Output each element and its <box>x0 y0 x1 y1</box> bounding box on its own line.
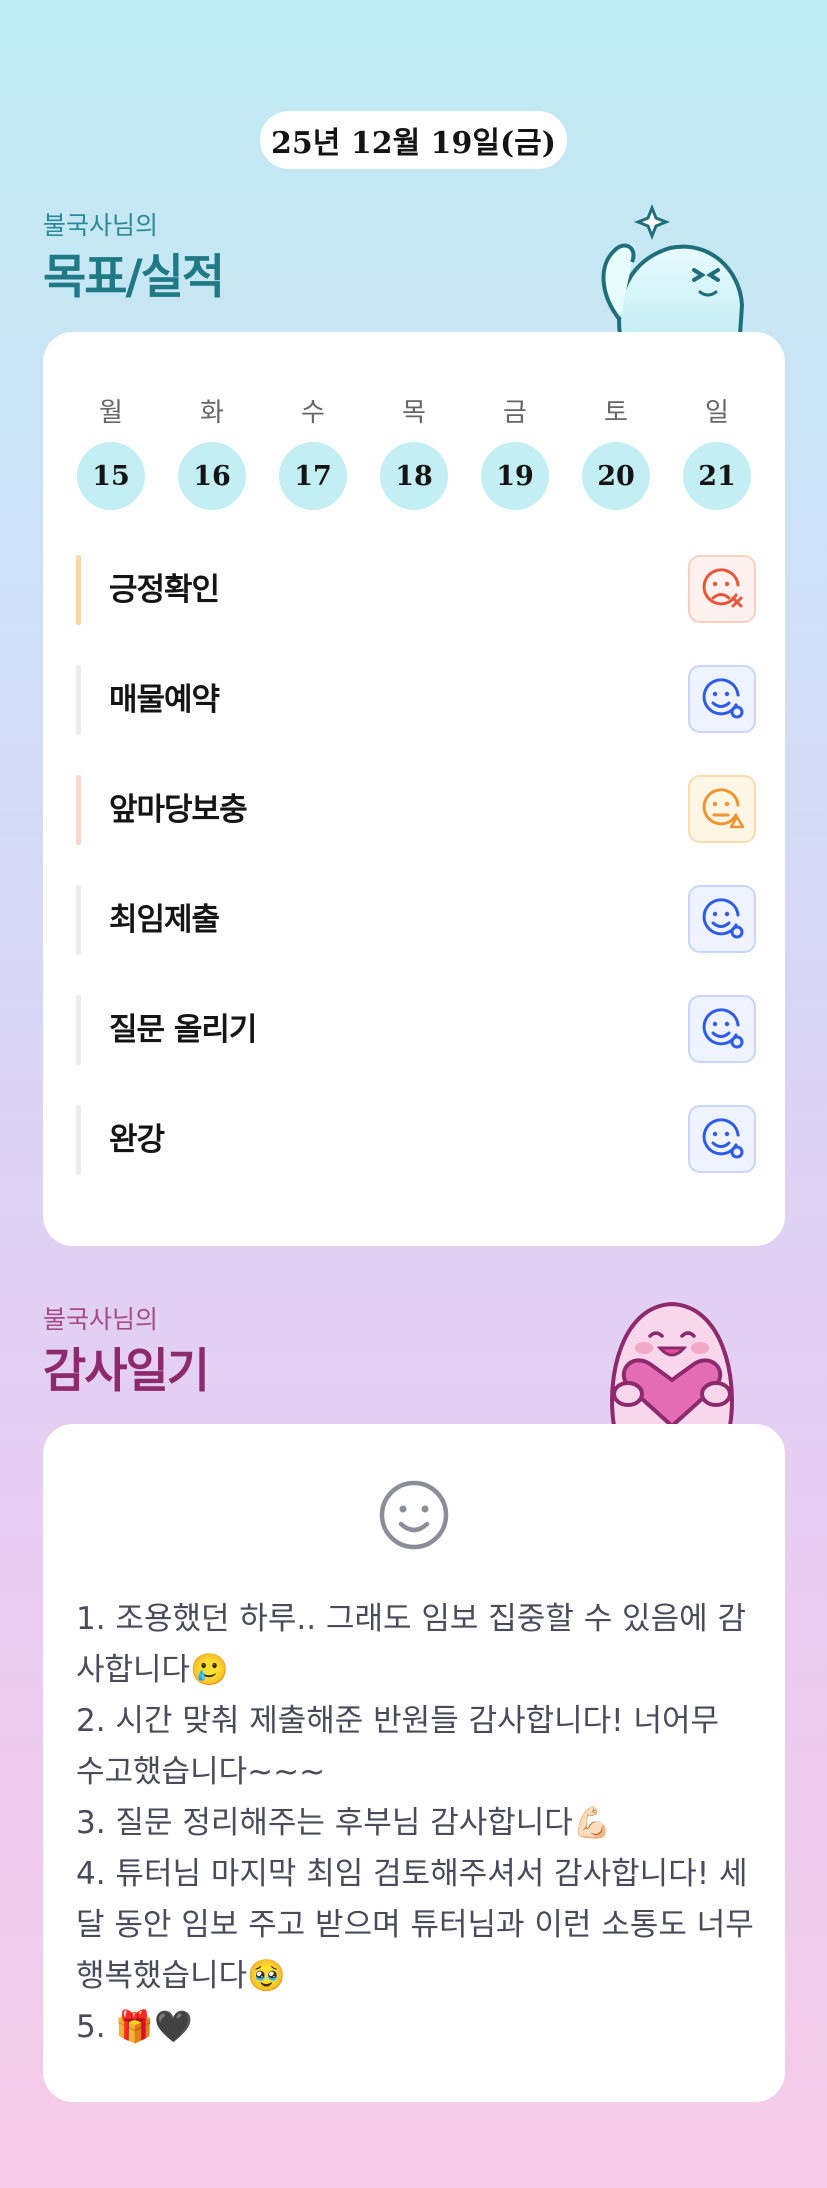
task-row[interactable]: 완강 <box>76 1105 756 1175</box>
task-row[interactable]: 앞마당보충 <box>76 775 756 845</box>
task-accent-bar <box>76 775 81 845</box>
heart-mascot-icon <box>610 1301 734 1426</box>
gratitude-diary-text: 1. 조용했던 하루.. 그래도 임보 집중할 수 있음에 감사합니다🥲 2. … <box>76 1601 754 2045</box>
day-circle-17[interactable]: 17 <box>279 442 347 510</box>
task-accent-bar <box>76 995 81 1065</box>
task-accent-bar <box>76 885 81 955</box>
task-label: 매물예약 <box>109 682 220 718</box>
mood-indicator <box>378 1479 450 1551</box>
gratitude-title: 감사일기 <box>43 1344 210 1399</box>
date-pill: 25년 12월 19일(금) <box>260 111 567 169</box>
task-row[interactable]: 최임제출 <box>76 885 756 955</box>
task-row[interactable]: 긍정확인 <box>76 555 756 625</box>
day-name-wed: 수 <box>301 398 325 428</box>
goals-card: 월 화 수 목 금 토 일 15 16 17 18 19 20 21 긍정확인 … <box>43 332 785 1246</box>
day-circle-21[interactable]: 21 <box>683 442 751 510</box>
sad-x-face-icon <box>702 568 743 608</box>
date-text: 25년 12월 19일(금) <box>271 126 556 161</box>
task-status-button[interactable] <box>688 885 756 953</box>
day-name-mon: 월 <box>99 398 123 428</box>
thumbs-up-mascot-icon <box>601 203 745 335</box>
day-circle-16[interactable]: 16 <box>178 442 246 510</box>
smile-check-face-icon <box>702 1008 744 1049</box>
day-name-tue: 화 <box>200 398 224 428</box>
smile-check-face-icon <box>702 1118 744 1159</box>
task-label: 질문 올리기 <box>109 1012 257 1048</box>
task-accent-bar <box>76 665 81 735</box>
task-accent-bar <box>76 1105 81 1175</box>
task-row[interactable]: 매물예약 <box>76 665 756 735</box>
task-label: 완강 <box>109 1122 165 1158</box>
goals-title: 목표/실적 <box>43 250 225 305</box>
day-name-fri: 금 <box>503 398 527 428</box>
meh-warning-face-icon <box>702 788 745 829</box>
smile-face-icon <box>379 1480 449 1550</box>
gratitude-subtitle: 불국사님의 <box>43 1305 159 1334</box>
task-label: 앞마당보충 <box>109 792 248 828</box>
smile-check-face-icon <box>702 678 744 719</box>
task-label: 긍정확인 <box>109 572 220 608</box>
task-row[interactable]: 질문 올리기 <box>76 995 756 1065</box>
task-status-button[interactable] <box>688 995 756 1063</box>
task-status-button[interactable] <box>688 1105 756 1173</box>
task-accent-bar <box>76 555 81 625</box>
day-name-sun: 일 <box>705 398 729 428</box>
day-circle-20[interactable]: 20 <box>582 442 650 510</box>
task-label: 최임제출 <box>109 902 220 938</box>
task-status-button[interactable] <box>688 665 756 733</box>
day-circle-18[interactable]: 18 <box>380 442 448 510</box>
day-circle-15[interactable]: 15 <box>77 442 145 510</box>
day-name-thu: 목 <box>402 398 426 428</box>
day-circle-19[interactable]: 19 <box>481 442 549 510</box>
task-status-button[interactable] <box>688 775 756 843</box>
task-status-button[interactable] <box>688 555 756 623</box>
smile-check-face-icon <box>702 898 744 939</box>
goals-subtitle: 불국사님의 <box>43 211 159 240</box>
gratitude-card: 1. 조용했던 하루.. 그래도 임보 집중할 수 있음에 감사합니다🥲 2. … <box>43 1424 785 2102</box>
day-name-sat: 토 <box>604 398 628 428</box>
